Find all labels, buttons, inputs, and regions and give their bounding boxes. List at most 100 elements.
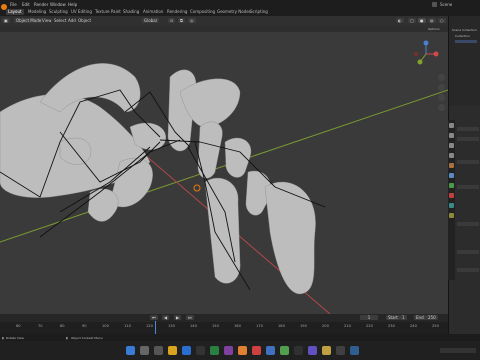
shading-rendered-icon[interactable]: ○ bbox=[438, 18, 446, 23]
options-button[interactable]: Options bbox=[428, 27, 440, 31]
scene-name[interactable]: Scene bbox=[440, 2, 452, 7]
app-icon-3[interactable] bbox=[266, 346, 275, 355]
data-tab-icon[interactable] bbox=[449, 203, 454, 208]
timeline-ruler[interactable] bbox=[0, 322, 448, 334]
current-frame-field[interactable]: 1 bbox=[360, 315, 378, 320]
tab-shading[interactable]: Shading bbox=[121, 9, 141, 15]
scene-icon[interactable] bbox=[432, 2, 437, 7]
camera-view-icon[interactable] bbox=[438, 94, 445, 101]
object-tab-icon[interactable] bbox=[449, 163, 454, 168]
object-mode-dropdown[interactable]: Object Mode bbox=[14, 18, 44, 23]
material-tab-icon[interactable] bbox=[449, 193, 454, 198]
tab-scripting[interactable]: Scripting bbox=[248, 9, 270, 15]
file-explorer-icon[interactable] bbox=[168, 346, 177, 355]
3d-viewport[interactable] bbox=[0, 32, 448, 314]
props-field-3[interactable] bbox=[457, 160, 479, 164]
frame-label: 130 bbox=[168, 324, 175, 328]
constraint-tab-icon[interactable] bbox=[449, 213, 454, 218]
frame-label: 240 bbox=[410, 324, 417, 328]
view-layer-tab-icon[interactable] bbox=[449, 153, 454, 158]
top-menu-bar: File Edit Render Window Help Layout Mode… bbox=[0, 0, 480, 16]
overlay-icon[interactable]: ◐ bbox=[396, 18, 404, 23]
editor-type-icon[interactable]: ▣ bbox=[2, 18, 10, 23]
props-field-6[interactable] bbox=[457, 250, 479, 254]
menu-render[interactable]: Render bbox=[34, 2, 48, 7]
tool-tab-icon[interactable] bbox=[449, 123, 454, 128]
tab-animation[interactable]: Animation bbox=[141, 9, 165, 15]
tab-modeling[interactable]: Modeling bbox=[26, 9, 48, 15]
zoom-icon[interactable] bbox=[438, 74, 445, 81]
props-field-7[interactable] bbox=[457, 268, 479, 272]
start-frame-field[interactable]: 1 bbox=[400, 315, 407, 320]
menu-edit[interactable]: Edit bbox=[22, 2, 30, 7]
edge-browser-icon[interactable] bbox=[182, 346, 191, 355]
object-origin-icon[interactable] bbox=[193, 184, 201, 192]
grid-view-icon[interactable] bbox=[438, 104, 445, 111]
play-icon[interactable]: ▶ bbox=[174, 315, 182, 320]
tab-texture-paint[interactable]: Texture Paint bbox=[93, 9, 123, 15]
frame-label: 180 bbox=[278, 324, 285, 328]
modifier-tab-icon[interactable] bbox=[449, 173, 454, 178]
menu-object[interactable]: Object bbox=[76, 18, 93, 23]
system-tray[interactable] bbox=[440, 348, 476, 353]
frame-label: 90 bbox=[82, 324, 87, 328]
chrome-icon[interactable] bbox=[252, 346, 261, 355]
menu-window[interactable]: Window bbox=[50, 2, 66, 7]
snap-icon[interactable]: ⧉ bbox=[178, 18, 185, 23]
shading-solid-icon[interactable]: ● bbox=[418, 18, 426, 23]
xray-icon[interactable]: ▢ bbox=[408, 18, 416, 23]
shading-material-icon[interactable]: ◍ bbox=[428, 18, 436, 23]
outliner-scene-collection[interactable]: Scene Collection bbox=[452, 28, 477, 32]
tab-compositing[interactable]: Compositing bbox=[188, 9, 217, 15]
outliner-item-collection[interactable]: Collection bbox=[455, 34, 470, 38]
store-icon[interactable] bbox=[196, 346, 205, 355]
frame-label: 190 bbox=[300, 324, 307, 328]
end-frame-field[interactable]: 250 bbox=[426, 315, 438, 320]
tab-rendering[interactable]: Rendering bbox=[165, 9, 189, 15]
menu-file[interactable]: File bbox=[10, 2, 17, 7]
app-icon-4[interactable] bbox=[280, 346, 289, 355]
tab-sculpting[interactable]: Sculpting bbox=[47, 9, 70, 15]
blender-taskbar-icon[interactable] bbox=[238, 346, 247, 355]
frame-label: 140 bbox=[190, 324, 197, 328]
proportional-edit-icon[interactable]: ◎ bbox=[188, 18, 196, 23]
tab-uv-editing[interactable]: UV Editing bbox=[69, 9, 94, 15]
app-icon-8[interactable] bbox=[336, 346, 345, 355]
frame-label: 220 bbox=[366, 324, 373, 328]
hand-mesh[interactable] bbox=[0, 63, 316, 295]
menu-help[interactable]: Help bbox=[68, 2, 77, 7]
props-field-1[interactable] bbox=[457, 127, 479, 131]
app-icon-7[interactable] bbox=[322, 346, 331, 355]
tab-layout[interactable]: Layout bbox=[6, 9, 24, 15]
app-icon-1[interactable] bbox=[210, 346, 219, 355]
physics-tab-icon[interactable] bbox=[449, 183, 454, 188]
windows-start-icon[interactable] bbox=[126, 346, 135, 355]
play-reverse-icon[interactable]: ◀ bbox=[162, 315, 170, 320]
app-icon-5[interactable] bbox=[294, 346, 303, 355]
render-tab-icon[interactable] bbox=[449, 133, 454, 138]
frame-label: 70 bbox=[38, 324, 43, 328]
search-icon[interactable] bbox=[140, 346, 149, 355]
frame-label: 160 bbox=[234, 324, 241, 328]
props-field-4[interactable] bbox=[457, 185, 479, 189]
app-icon-9[interactable] bbox=[350, 346, 359, 355]
jump-end-icon[interactable]: ⏭ bbox=[186, 315, 194, 320]
jump-start-icon[interactable]: ⏮ bbox=[150, 315, 158, 320]
viewport-canvas[interactable] bbox=[0, 32, 448, 314]
app-icon-2[interactable] bbox=[224, 346, 233, 355]
navigation-gizmo[interactable] bbox=[412, 40, 440, 68]
pivot-icon[interactable]: ⊙ bbox=[168, 18, 176, 23]
app-icon-6[interactable] bbox=[308, 346, 317, 355]
props-field-2[interactable] bbox=[457, 137, 479, 141]
frame-label: 80 bbox=[60, 324, 65, 328]
task-view-icon[interactable] bbox=[154, 346, 163, 355]
props-field-5[interactable] bbox=[457, 222, 479, 226]
outliner-item-selected[interactable] bbox=[455, 40, 477, 43]
frame-label: 170 bbox=[256, 324, 263, 328]
transform-orientation-dropdown[interactable]: Global bbox=[142, 18, 159, 23]
timeline-playhead[interactable] bbox=[155, 321, 156, 334]
outliner-panel: Scene Collection Collection bbox=[448, 16, 480, 106]
output-tab-icon[interactable] bbox=[449, 143, 454, 148]
pan-hand-icon[interactable] bbox=[438, 84, 445, 91]
frame-label: 100 bbox=[102, 324, 109, 328]
